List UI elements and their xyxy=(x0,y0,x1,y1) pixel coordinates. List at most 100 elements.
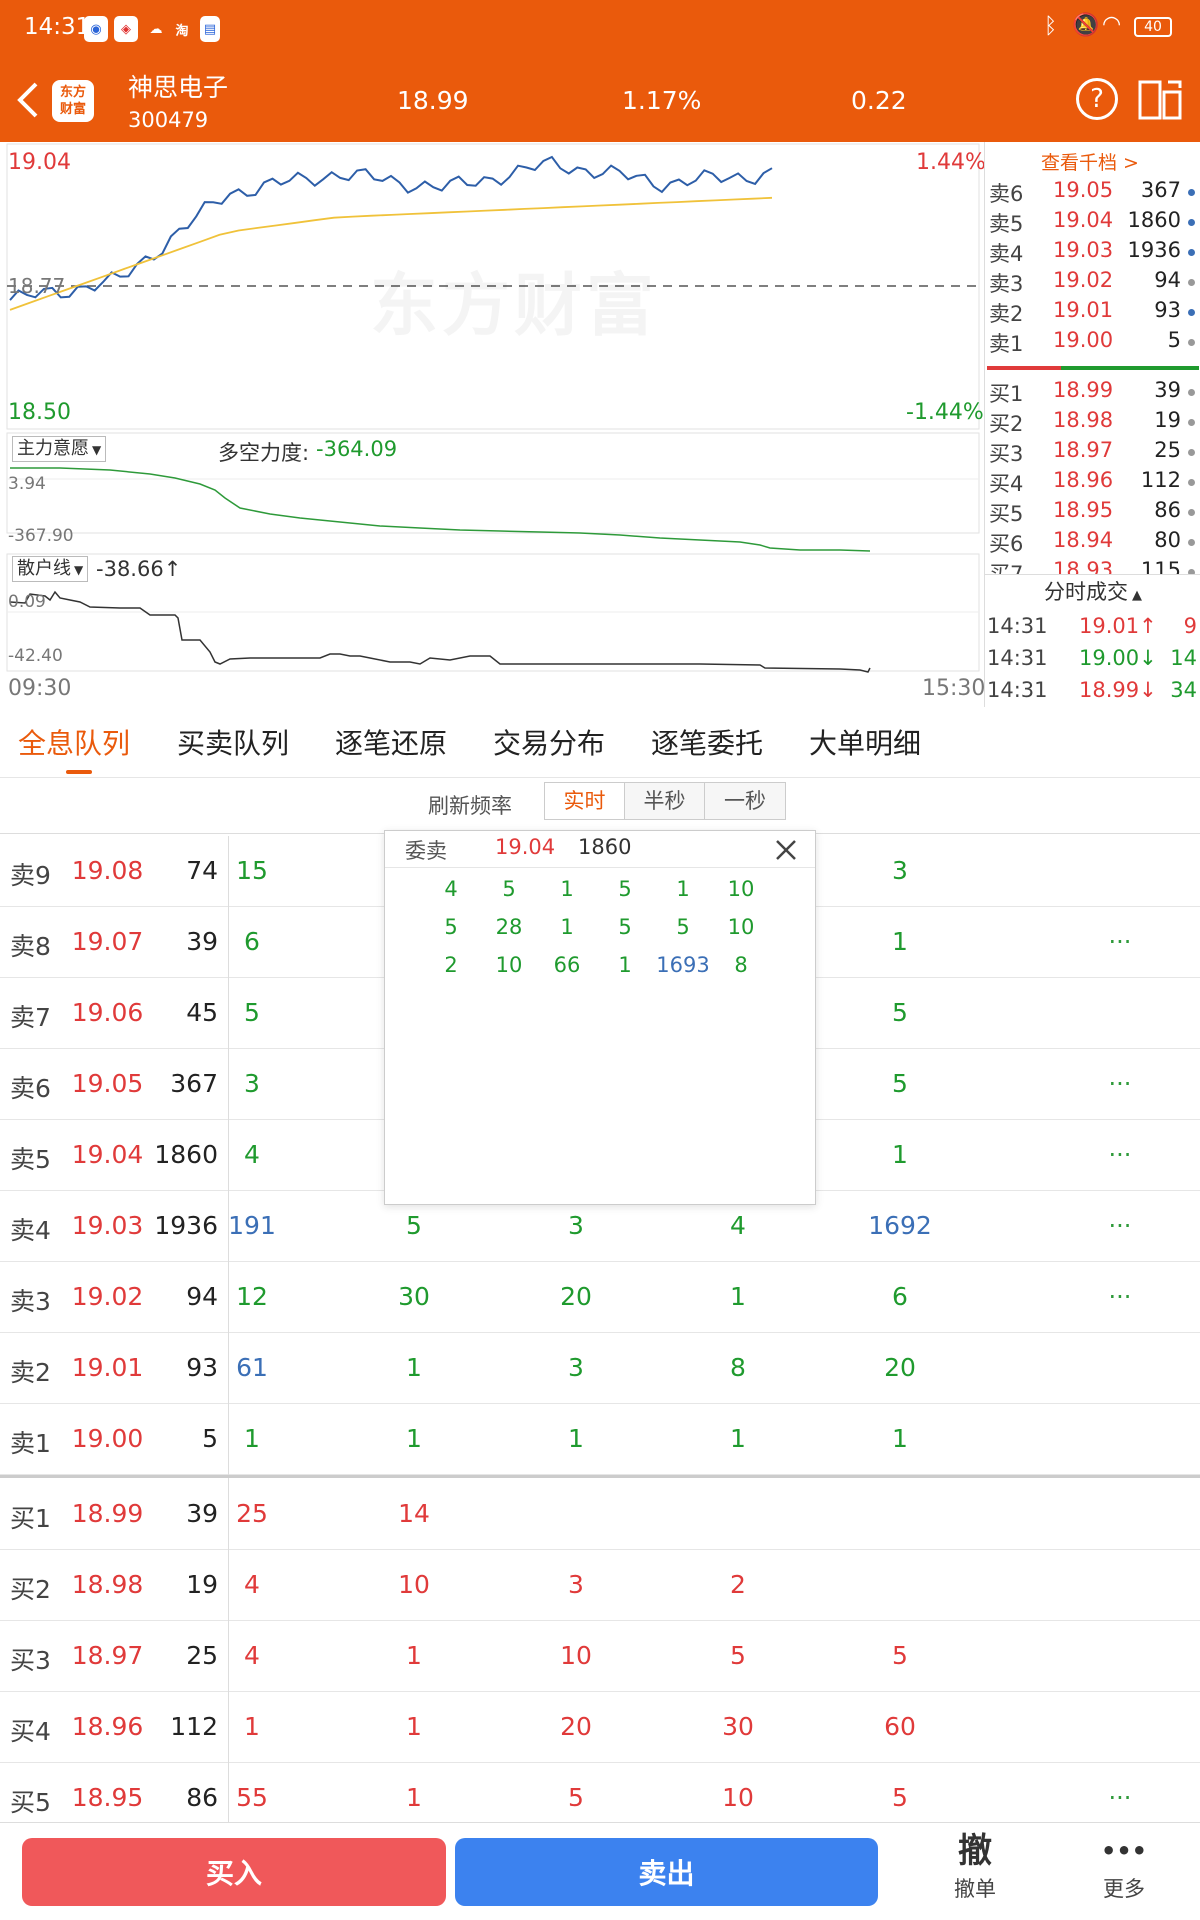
queue-order-cell[interactable]: 191 xyxy=(197,1211,307,1240)
refresh-option-one-second[interactable]: 一秒 xyxy=(705,783,785,819)
queue-order-cell[interactable]: 1 xyxy=(683,1282,793,1311)
queue-order-cell[interactable]: 4 xyxy=(197,1570,307,1599)
back-icon[interactable] xyxy=(12,80,42,120)
queue-order-cell[interactable]: 12 xyxy=(197,1282,307,1311)
indicator1-selector[interactable]: 主力意愿 ▼ xyxy=(12,436,107,462)
queue-row[interactable]: 卖1 19.00 5 1 1 1 1 1 xyxy=(0,1404,1200,1475)
queue-order-cell[interactable]: 1 xyxy=(359,1424,469,1453)
queue-order-cell[interactable]: 6 xyxy=(197,927,307,956)
queue-order-cell[interactable]: 4 xyxy=(197,1641,307,1670)
bluetooth-icon: ᛒ xyxy=(1044,14,1058,39)
queue-order-cell[interactable]: 10 xyxy=(359,1570,469,1599)
queue-order-cell[interactable]: 1 xyxy=(359,1783,469,1812)
tab-tick-restore[interactable]: 逐笔还原 xyxy=(335,722,447,762)
queue-order-cell[interactable]: 3 xyxy=(197,1069,307,1098)
queue-order-cell[interactable]: 10 xyxy=(683,1783,793,1812)
ask-row[interactable]: 卖1 19.00 5 xyxy=(985,328,1200,358)
queue-order-cell[interactable]: 15 xyxy=(197,856,307,885)
queue-row[interactable]: 卖3 19.02 94 12 30 20 1 6... xyxy=(0,1262,1200,1333)
queue-row[interactable]: 买3 18.97 25 4 1 10 5 5 xyxy=(0,1621,1200,1692)
queue-order-cell[interactable]: 30 xyxy=(359,1282,469,1311)
bid-row[interactable]: 买2 18.98 19 xyxy=(985,408,1200,438)
ask-row[interactable]: 卖6 19.05 367 xyxy=(985,178,1200,208)
more-orders-icon[interactable]: ... xyxy=(1100,1205,1140,1233)
queue-order-cell[interactable]: 4 xyxy=(683,1211,793,1240)
queue-order-cell[interactable]: 61 xyxy=(197,1353,307,1382)
ask-row[interactable]: 卖2 19.01 93 xyxy=(985,298,1200,328)
queue-order-cell[interactable]: 55 xyxy=(197,1783,307,1812)
queue-order-cell[interactable]: 1 xyxy=(359,1641,469,1670)
queue-order-cell[interactable]: 2 xyxy=(683,1570,793,1599)
queue-order-cell[interactable]: 20 xyxy=(521,1712,631,1741)
queue-row[interactable]: 买1 18.99 39 25 14 xyxy=(0,1479,1200,1550)
queue-order-cell[interactable]: 20 xyxy=(845,1353,955,1382)
split-screen-icon[interactable] xyxy=(1138,78,1184,122)
buy-button[interactable]: 买入 xyxy=(22,1838,446,1906)
ticks-header[interactable]: 分时成交 ▲ xyxy=(985,574,1200,608)
queue-order-cell[interactable]: 1 xyxy=(359,1353,469,1382)
queue-order-cell[interactable]: 5 xyxy=(197,998,307,1027)
close-icon[interactable] xyxy=(773,837,799,863)
queue-order-cell[interactable]: 1 xyxy=(197,1424,307,1453)
queue-order-cell[interactable]: 1 xyxy=(845,927,955,956)
queue-order-cell[interactable]: 25 xyxy=(197,1499,307,1528)
more-orders-icon[interactable]: ... xyxy=(1100,1276,1140,1304)
queue-row[interactable]: 卖2 19.01 93 61 1 3 8 20 xyxy=(0,1333,1200,1404)
intraday-chart[interactable]: 东方财富 19.04 18.50 1.44% -1.44% 18.77 主力意愿… xyxy=(0,142,986,707)
bid-row[interactable]: 买5 18.95 86 xyxy=(985,498,1200,528)
queue-order-cell[interactable]: 20 xyxy=(521,1282,631,1311)
refresh-option-realtime[interactable]: 实时 xyxy=(545,783,625,819)
queue-order-cell[interactable]: 1 xyxy=(845,1424,955,1453)
tab-tick-orders[interactable]: 逐笔委托 xyxy=(651,722,763,762)
queue-order-cell[interactable]: 4 xyxy=(197,1140,307,1169)
tab-bid-ask-queue[interactable]: 买卖队列 xyxy=(177,722,289,762)
tab-large-orders[interactable]: 大单明细 xyxy=(809,722,921,762)
queue-order-cell[interactable]: 1692 xyxy=(845,1211,955,1240)
ask-volume: 1860 xyxy=(1127,208,1181,232)
queue-order-cell[interactable]: 5 xyxy=(683,1641,793,1670)
queue-order-cell[interactable]: 3 xyxy=(521,1211,631,1240)
indicator2-selector[interactable]: 散户线 ▼ xyxy=(12,556,89,582)
queue-order-cell[interactable]: 14 xyxy=(359,1499,469,1528)
queue-row[interactable]: 买2 18.98 19 4 10 3 2 xyxy=(0,1550,1200,1621)
queue-order-cell[interactable]: 5 xyxy=(359,1211,469,1240)
more-orders-icon[interactable]: ... xyxy=(1100,1777,1140,1805)
bid-row[interactable]: 买3 18.97 25 xyxy=(985,438,1200,468)
queue-order-cell[interactable]: 60 xyxy=(845,1712,955,1741)
cancel-order-button[interactable]: 撤 撤单 xyxy=(925,1829,1025,1915)
tab-trade-distribution[interactable]: 交易分布 xyxy=(493,722,605,762)
queue-order-cell[interactable]: 3 xyxy=(521,1570,631,1599)
tab-full-queue[interactable]: 全息队列 xyxy=(18,722,130,762)
more-orders-icon[interactable]: ... xyxy=(1100,1063,1140,1091)
refresh-option-half-second[interactable]: 半秒 xyxy=(625,783,705,819)
bid-row[interactable]: 买4 18.96 112 xyxy=(985,468,1200,498)
more-orders-icon[interactable]: ... xyxy=(1100,921,1140,949)
sell-button[interactable]: 卖出 xyxy=(455,1838,878,1906)
ask-row[interactable]: 卖5 19.04 1860 xyxy=(985,208,1200,238)
more-button[interactable]: ••• 更多 xyxy=(1074,1829,1174,1915)
queue-order-cell[interactable]: 10 xyxy=(521,1641,631,1670)
queue-order-cell[interactable]: 8 xyxy=(683,1353,793,1382)
queue-order-cell[interactable]: 5 xyxy=(845,998,955,1027)
queue-order-cell[interactable]: 5 xyxy=(845,1641,955,1670)
queue-order-cell[interactable]: 1 xyxy=(197,1712,307,1741)
more-orders-icon[interactable]: ... xyxy=(1100,1134,1140,1162)
view-more-depth-link[interactable]: 查看千档 > xyxy=(1041,148,1139,175)
queue-order-cell[interactable]: 5 xyxy=(845,1069,955,1098)
ask-row[interactable]: 卖3 19.02 94 xyxy=(985,268,1200,298)
queue-order-cell[interactable]: 6 xyxy=(845,1282,955,1311)
queue-order-cell[interactable]: 5 xyxy=(521,1783,631,1812)
queue-order-cell[interactable]: 30 xyxy=(683,1712,793,1741)
bid-row[interactable]: 买6 18.94 80 xyxy=(985,528,1200,558)
queue-order-cell[interactable]: 1 xyxy=(683,1424,793,1453)
queue-order-cell[interactable]: 1 xyxy=(845,1140,955,1169)
queue-order-cell[interactable]: 1 xyxy=(359,1712,469,1741)
queue-order-cell[interactable]: 1 xyxy=(521,1424,631,1453)
queue-order-cell[interactable]: 5 xyxy=(845,1783,955,1812)
ask-row[interactable]: 卖4 19.03 1936 xyxy=(985,238,1200,268)
queue-order-cell[interactable]: 3 xyxy=(521,1353,631,1382)
help-icon[interactable]: ? xyxy=(1076,78,1118,120)
queue-row[interactable]: 买4 18.96 112 1 1 20 30 60 xyxy=(0,1692,1200,1763)
queue-order-cell[interactable]: 3 xyxy=(845,856,955,885)
bid-row[interactable]: 买1 18.99 39 xyxy=(985,378,1200,408)
